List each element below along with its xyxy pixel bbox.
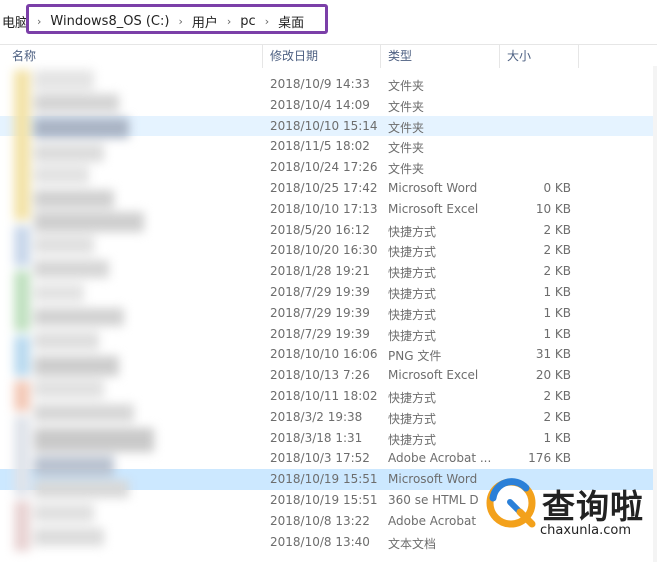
column-headers: 名称 修改日期 类型 大小 [0,44,657,68]
file-modified-date: 2018/7/29 19:39 [270,305,370,320]
file-modified-date: 2018/10/19 15:51 [270,472,378,487]
file-modified-date: 2018/3/18 1:31 [270,430,363,445]
file-modified-date: 2018/10/8 13:22 [270,513,370,528]
file-modified-date: 2018/10/25 17:42 [270,180,378,195]
file-type: Microsoft Excel [388,368,479,383]
address-bar[interactable]: 电脑 › Windows8_OS (C:) › 用户 › pc › 桌面 [0,0,657,45]
file-type: 快捷方式 [388,390,437,405]
file-modified-date: 2018/7/29 19:39 [270,284,370,299]
file-size: 2 KB [543,243,571,258]
column-header-size[interactable]: 大小 [507,47,531,64]
file-type: 快捷方式 [388,286,437,301]
file-type: 快捷方式 [388,224,437,239]
file-modified-date: 2018/10/8 13:40 [270,534,370,549]
column-divider[interactable] [262,44,263,68]
column-header-date[interactable]: 修改日期 [270,47,318,64]
file-type: 快捷方式 [388,307,437,322]
file-size: 2 KB [543,222,571,237]
file-type: 快捷方式 [388,328,437,343]
file-modified-date: 2018/10/10 16:06 [270,347,378,362]
blurred-name-column [0,66,170,562]
file-modified-date: 2018/10/9 14:33 [270,77,370,91]
file-modified-date: 2018/10/11 18:02 [270,388,378,403]
file-size: 20 KB [535,368,571,383]
file-type: PNG 文件 [388,349,442,364]
file-type: 快捷方式 [388,411,437,426]
file-modified-date: 2018/10/3 17:52 [270,451,370,466]
file-size: 1 KB [543,326,571,341]
watermark-text: 查询啦 [542,487,644,526]
annotation-highlight-box [26,4,328,34]
file-type: 文件夹 [388,79,425,93]
file-type: 快捷方式 [388,432,437,447]
file-type: 文件夹 [388,162,425,177]
file-type: 文件夹 [388,120,425,135]
file-type: 文件夹 [388,141,425,156]
file-type: Adobe Acrobat [388,513,477,528]
search-magnifier-logo-icon [486,478,536,528]
file-modified-date: 2018/10/19 15:51 [270,492,378,507]
file-type: Microsoft Excel [388,201,479,216]
file-modified-date: 2018/10/4 14:09 [270,97,370,112]
column-divider[interactable] [380,44,381,68]
file-size: 1 KB [543,430,571,445]
column-divider[interactable] [578,44,579,68]
file-modified-date: 2018/5/20 16:12 [270,222,370,237]
file-modified-date: 2018/3/2 19:38 [270,409,363,424]
column-divider[interactable] [499,44,500,68]
file-modified-date: 2018/10/10 17:13 [270,201,378,216]
column-header-type[interactable]: 类型 [388,47,412,64]
file-modified-date: 2018/1/28 19:21 [270,264,370,279]
file-size: 31 KB [535,347,571,362]
file-modified-date: 2018/10/24 17:26 [270,160,378,175]
file-type: 360 se HTML D [388,492,479,507]
file-type: 文件夹 [388,99,425,114]
file-type: Microsoft Word [388,180,478,195]
file-modified-date: 2018/10/10 15:14 [270,118,378,133]
file-modified-date: 2018/11/5 18:02 [270,139,370,154]
file-type: 快捷方式 [388,245,437,260]
file-size: 2 KB [543,264,571,279]
file-size: 10 KB [535,201,571,216]
watermark-url: chaxunla.com [540,523,631,538]
file-type: 文本文档 [388,536,437,551]
file-modified-date: 2018/7/29 19:39 [270,326,370,341]
file-size: 1 KB [543,305,571,320]
file-size: 176 KB [528,451,571,466]
file-type: Adobe Acrobat ... [388,451,492,466]
file-size: 1 KB [543,284,571,299]
file-size: 0 KB [543,180,571,195]
file-type: 快捷方式 [388,266,437,281]
file-modified-date: 2018/10/13 7:26 [270,368,370,383]
file-size: 2 KB [543,409,571,424]
watermark: 查询啦 chaxunla.com [482,468,657,562]
file-size: 2 KB [543,388,571,403]
column-header-name[interactable]: 名称 [12,47,36,64]
file-modified-date: 2018/10/20 16:30 [270,243,378,258]
file-type: Microsoft Word [388,472,478,487]
